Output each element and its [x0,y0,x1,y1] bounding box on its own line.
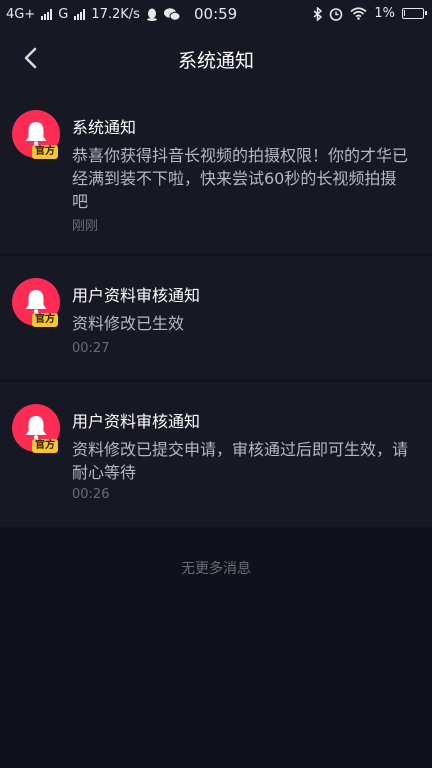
notification-title: 用户资料审核通知 [72,286,201,305]
status-time: 00:59 [194,5,238,23]
bluetooth-icon [313,6,323,21]
network-type-label: 4G+ [6,7,36,22]
notification-item[interactable]: 官方 用户资料审核通知 资料修改已生效 00:27 [0,256,432,379]
battery-percent: 1% [374,6,395,21]
battery-icon [402,8,427,19]
notification-body: 资料修改已提交申请，审核通过后即可生效，请耐心等待 [72,440,409,482]
notification-body: 恭喜你获得抖音长视频的拍摄权限！你的才华已经满到装不下啦，快来尝试60秒的长视频… [72,146,409,211]
notification-title: 系统通知 [72,118,137,137]
notification-time: 00:27 [72,341,110,356]
signal-icon-2 [74,9,86,20]
notification-title: 用户资料审核通知 [72,412,201,431]
status-bar: 4G+ G 17.2K/s 00:59 1% [0,0,432,30]
notification-time: 00:26 [72,487,110,502]
battery-level [404,10,405,16]
bell-icon [25,290,47,314]
notification-item[interactable]: 官方 系统通知 恭喜你获得抖音长视频的拍摄权限！你的才华已经满到装不下啦，快来尝… [0,88,432,253]
signal-icon [41,9,53,20]
notification-time: 刚刚 [72,219,99,234]
network-speed: 17.2K/s [91,7,140,22]
wifi-icon [350,7,367,20]
bell-icon [25,122,47,146]
notification-item[interactable]: 官方 用户资料审核通知 资料修改已提交申请，审核通过后即可生效，请耐心等待 00… [0,382,432,527]
no-more-messages-label: 无更多消息 [181,561,251,577]
qq-icon [146,8,157,21]
nav-header: 系统通知 [0,30,432,88]
official-badge: 官方 [32,145,58,159]
official-badge: 官方 [32,439,58,453]
network-type-label-2: G [58,7,69,22]
official-badge: 官方 [32,313,58,327]
bell-icon [25,416,47,440]
notification-body: 资料修改已生效 [72,314,185,333]
page-title: 系统通知 [177,50,254,72]
wechat-icon [163,8,180,21]
alarm-icon [330,7,343,21]
